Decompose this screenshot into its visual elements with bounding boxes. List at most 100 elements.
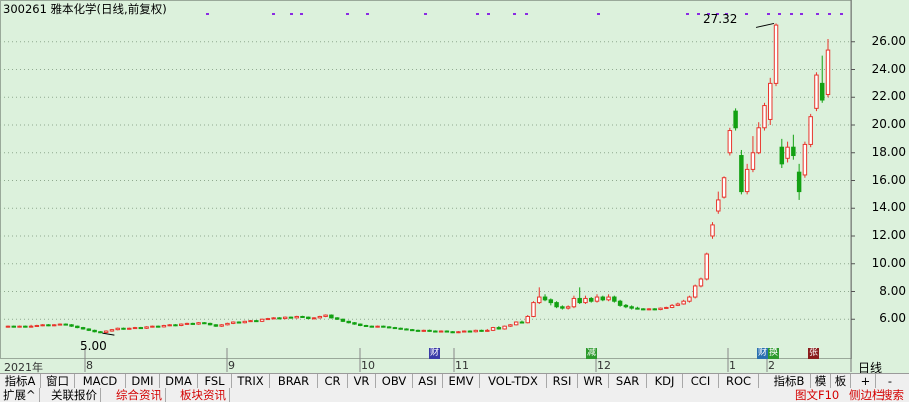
candle-body — [271, 317, 276, 320]
event-marker-finance[interactable]: 财 — [757, 348, 769, 359]
tab-board[interactable]: 板 — [831, 374, 851, 389]
tab-rsi[interactable]: RSI — [547, 374, 578, 389]
candle-body — [138, 327, 144, 330]
candle-body — [791, 146, 796, 157]
candle-body — [485, 329, 490, 332]
tab-sector-news[interactable]: 板块资讯 — [177, 388, 230, 402]
candle-body — [190, 322, 196, 325]
tab-sidebar[interactable]: 侧边栏 — [849, 388, 884, 402]
tab-dma[interactable]: DMA — [160, 374, 198, 389]
candle-body — [496, 327, 502, 330]
candle-body — [802, 143, 808, 176]
y-tick-label: 26.00 — [871, 33, 906, 48]
candlestick-chart[interactable] — [0, 0, 909, 402]
candle-body — [427, 329, 432, 332]
candle-body — [346, 320, 351, 324]
tab-search[interactable]: 搜索 — [881, 388, 904, 402]
candle-body — [583, 297, 588, 304]
candle-body — [721, 177, 727, 198]
candle-body — [369, 325, 375, 328]
tab-asi[interactable]: ASI — [413, 374, 443, 389]
tab-macd[interactable]: MACD — [75, 374, 126, 389]
tab-emv[interactable]: EMV — [443, 374, 480, 389]
event-dot — [206, 13, 209, 15]
zoom-in-button[interactable]: + — [856, 374, 876, 389]
candle-body — [196, 322, 201, 325]
candle-body — [635, 307, 640, 310]
event-marker-finance[interactable]: 财 — [429, 348, 441, 359]
candle-body — [744, 168, 750, 193]
tab-roc[interactable]: ROC — [719, 374, 759, 389]
candle-body — [311, 317, 317, 320]
tab-brar[interactable]: BRAR — [270, 374, 318, 389]
tab-dmi[interactable]: DMI — [126, 374, 160, 389]
event-dot — [300, 13, 303, 15]
month-label: 10 — [361, 359, 375, 372]
candle-body — [698, 278, 704, 287]
tab-trix[interactable]: TRIX — [232, 374, 270, 389]
candle-body — [57, 323, 63, 326]
candle-body — [381, 325, 386, 328]
candle-body — [421, 329, 427, 332]
candle-body — [34, 324, 40, 327]
y-tick-label: 12.00 — [871, 228, 906, 242]
candle-body — [329, 314, 334, 319]
event-marker-reduce[interactable]: 减 — [586, 348, 598, 359]
candle-body — [173, 324, 178, 327]
candle-body — [150, 325, 155, 328]
candle-body — [716, 199, 721, 212]
tab-kdj[interactable]: KDJ — [647, 374, 683, 389]
zoom-out-button[interactable]: - — [880, 374, 900, 389]
candle-body — [63, 323, 68, 326]
candle-body — [386, 326, 392, 329]
candle-body — [675, 303, 681, 306]
tab-wr[interactable]: WR — [578, 374, 609, 389]
tab-template[interactable]: 模 — [811, 374, 831, 389]
tab-fsl[interactable]: FSL — [198, 374, 232, 389]
event-dot — [366, 13, 369, 15]
candle-body — [687, 296, 692, 302]
tab-vol-tdx[interactable]: VOL-TDX — [480, 374, 547, 389]
candle-body — [392, 327, 398, 330]
candle-body — [456, 331, 461, 334]
event-dot — [816, 13, 819, 15]
event-marker-exchange[interactable]: 换 — [768, 348, 780, 359]
event-dot — [476, 13, 479, 15]
tab-vr[interactable]: VR — [348, 374, 376, 389]
event-dot — [686, 13, 689, 15]
tab-news[interactable]: 综合资讯 — [113, 388, 166, 402]
y-tick-label: 14.00 — [871, 200, 906, 215]
candle-body — [363, 324, 369, 327]
event-dot — [778, 13, 781, 15]
tab-indicator-a[interactable]: 指标A — [0, 374, 41, 389]
tab-cci[interactable]: CCI — [683, 374, 719, 389]
candle-body — [658, 307, 663, 311]
candle-body — [317, 315, 323, 319]
candle-body — [808, 116, 813, 145]
candle-body — [623, 304, 629, 308]
candle-body — [375, 325, 380, 328]
tab-cr[interactable]: CR — [318, 374, 348, 389]
tab-f10[interactable]: 图文F10 — [795, 388, 839, 402]
candle-body — [490, 327, 496, 331]
candle-body — [652, 308, 657, 311]
candle-body — [40, 324, 45, 327]
tab-sar[interactable]: SAR — [609, 374, 647, 389]
candle-body — [5, 325, 11, 328]
month-label: 1 — [729, 359, 736, 372]
tab-indicator-b[interactable]: 指标B — [768, 374, 811, 389]
y-tick-label: 10.00 — [871, 255, 906, 270]
candle-body — [334, 317, 340, 320]
tab-obv[interactable]: OBV — [376, 374, 413, 389]
event-dot — [525, 13, 528, 15]
tab-window[interactable]: 窗口 — [41, 374, 75, 389]
candle-body — [132, 327, 138, 330]
tab-expand[interactable]: 扩展^ — [0, 388, 40, 402]
candle-body — [103, 330, 109, 333]
event-dot — [840, 13, 843, 15]
candle-body — [109, 329, 115, 332]
event-marker-rise[interactable]: 张 — [808, 348, 820, 359]
candle-body — [600, 296, 606, 301]
y-tick-label: 18.00 — [871, 144, 906, 159]
tab-related-quotes[interactable]: 关联报价 — [48, 388, 101, 402]
